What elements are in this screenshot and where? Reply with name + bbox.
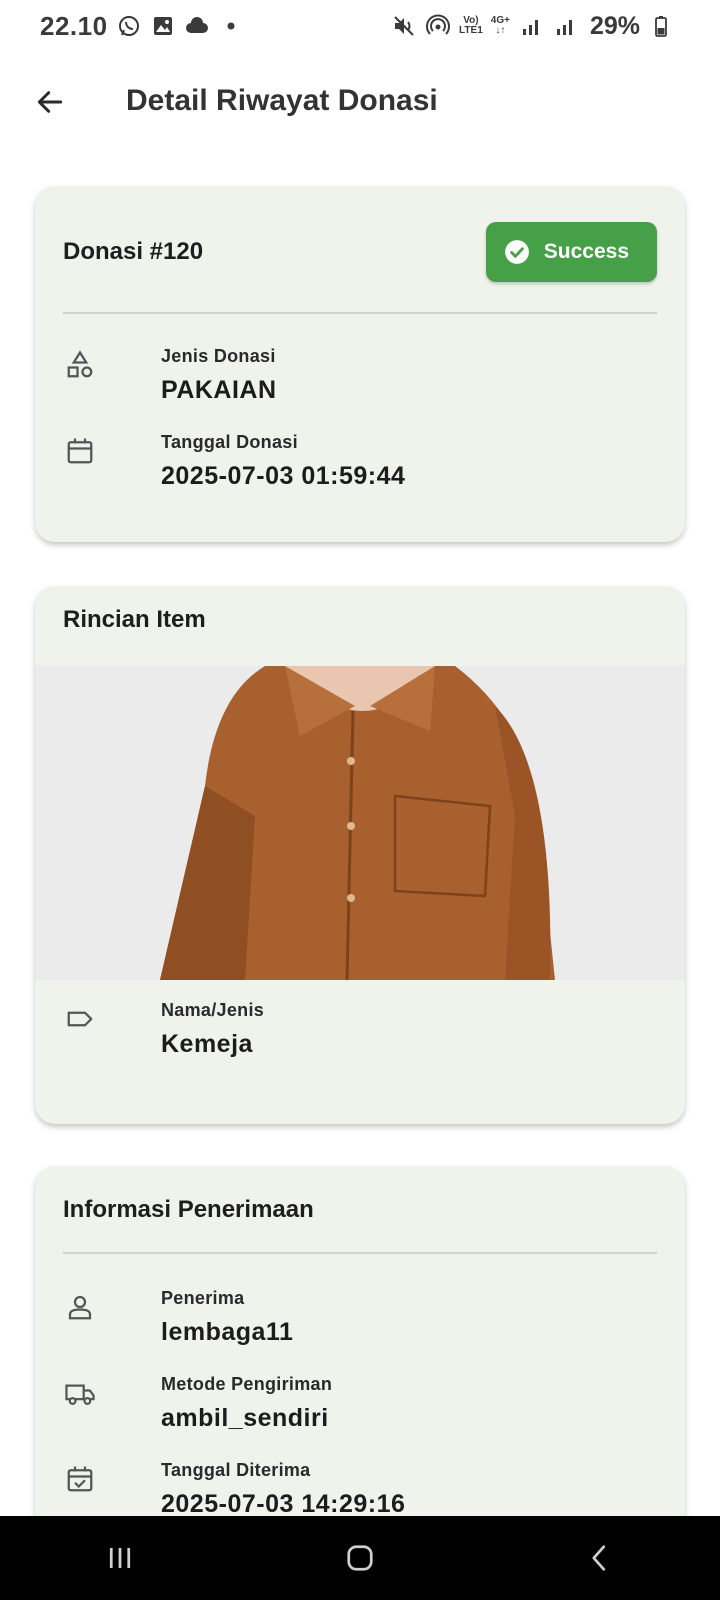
gallery-icon bbox=[150, 13, 176, 39]
shipping-method-value: ambil_sendiri bbox=[161, 1404, 329, 1432]
recents-icon bbox=[109, 1548, 131, 1568]
donation-date-value: 2025-07-03 01:59:44 bbox=[161, 462, 406, 490]
status-label: Success bbox=[543, 240, 629, 263]
donation-type-label: Jenis Donasi bbox=[161, 346, 276, 366]
donation-summary-card: Donasi #120 Success Jenis Donasi PAKAIAN… bbox=[35, 186, 685, 542]
check-circle-icon bbox=[504, 240, 529, 264]
app-bar: Detail Riwayat Donasi bbox=[0, 60, 720, 144]
page-title: Detail Riwayat Donasi bbox=[126, 84, 438, 117]
divider bbox=[63, 312, 657, 314]
item-name-row: Nama/Jenis Kemeja bbox=[63, 1000, 657, 1070]
receiver-value: lembaga11 bbox=[161, 1318, 294, 1346]
shipping-method-row: Metode Pengiriman ambil_sendiri bbox=[63, 1374, 657, 1444]
signal-icon bbox=[518, 13, 544, 39]
item-name-label: Nama/Jenis bbox=[161, 1000, 265, 1020]
battery-icon bbox=[648, 13, 674, 39]
divider bbox=[63, 1252, 657, 1254]
receipt-header: Informasi Penerimaan bbox=[63, 1196, 657, 1224]
cloud-icon bbox=[184, 13, 210, 39]
status-bar: 22.10 Vo) LTE1 4G+ ↓↑ 29% bbox=[0, 0, 720, 52]
back-nav-button[interactable] bbox=[560, 1528, 640, 1588]
person-icon bbox=[63, 1290, 97, 1324]
status-right: Vo) LTE1 4G+ ↓↑ 29% bbox=[391, 12, 674, 41]
chevron-left-icon bbox=[592, 1545, 606, 1571]
label-tag-icon bbox=[63, 1002, 97, 1036]
received-date-value: 2025-07-03 14:29:16 bbox=[161, 1490, 406, 1518]
calendar-icon bbox=[63, 434, 97, 468]
home-button[interactable] bbox=[320, 1528, 400, 1588]
donation-date-row: Tanggal Donasi 2025-07-03 01:59:44 bbox=[63, 432, 657, 502]
system-nav-bar bbox=[0, 1516, 720, 1600]
status-left: 22.10 bbox=[40, 11, 244, 42]
donation-id: Donasi #120 bbox=[63, 238, 204, 265]
battery-percent: 29% bbox=[589, 11, 640, 40]
recent-apps-button[interactable] bbox=[80, 1528, 160, 1588]
donation-header: Donasi #120 Success bbox=[63, 222, 657, 282]
receiver-label: Penerima bbox=[161, 1288, 245, 1308]
receipt-section-title: Informasi Penerimaan bbox=[63, 1196, 314, 1223]
shipping-method-label: Metode Pengiriman bbox=[161, 1374, 333, 1394]
item-photo bbox=[35, 666, 685, 980]
item-header: Rincian Item bbox=[63, 606, 657, 634]
home-icon bbox=[347, 1545, 373, 1571]
whatsapp-icon bbox=[116, 13, 142, 39]
truck-icon bbox=[63, 1376, 97, 1410]
volte-indicator: Vo) LTE1 bbox=[459, 15, 483, 36]
arrow-left-icon bbox=[37, 91, 63, 113]
category-icon bbox=[63, 348, 97, 382]
calendar-check-icon bbox=[63, 1462, 97, 1496]
shirt-image bbox=[35, 666, 685, 980]
hotspot-icon bbox=[425, 13, 451, 39]
signal-icon-2 bbox=[552, 13, 578, 39]
item-name-value: Kemeja bbox=[161, 1030, 253, 1058]
item-section-title: Rincian Item bbox=[63, 606, 206, 633]
receiver-row: Penerima lembaga11 bbox=[63, 1288, 657, 1358]
received-date-label: Tanggal Diterima bbox=[161, 1460, 311, 1480]
donation-type-row: Jenis Donasi PAKAIAN bbox=[63, 346, 657, 416]
donation-type-value: PAKAIAN bbox=[161, 376, 277, 404]
donation-date-label: Tanggal Donasi bbox=[161, 432, 298, 452]
screen: 22.10 Vo) LTE1 4G+ ↓↑ 29% Detail Riwayat… bbox=[0, 0, 720, 1600]
data-arrows-icon: ↓↑ bbox=[495, 25, 506, 36]
mute-icon bbox=[391, 13, 417, 39]
item-details-card: Rincian Item Nama/Jenis Kemeja bbox=[35, 586, 685, 1124]
data-indicator: 4G+ ↓↑ bbox=[490, 15, 510, 36]
clock: 22.10 bbox=[40, 10, 108, 41]
status-badge: Success bbox=[485, 222, 657, 282]
dot-icon bbox=[218, 13, 244, 39]
back-button[interactable] bbox=[28, 80, 72, 124]
